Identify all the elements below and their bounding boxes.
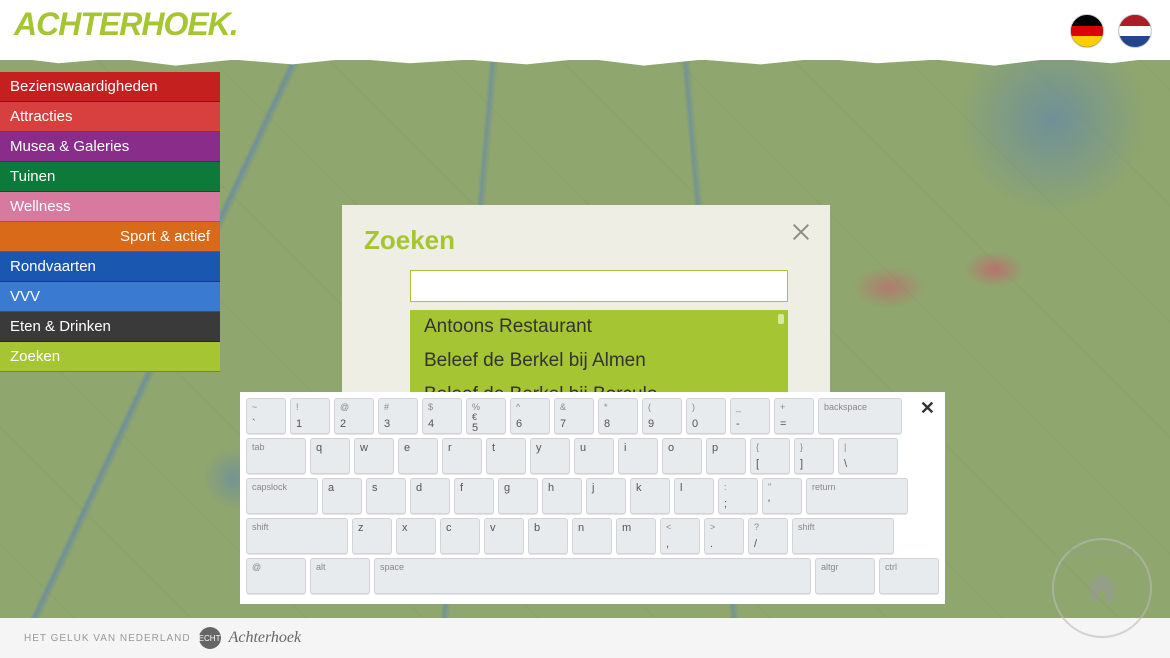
key-return[interactable]: return — [806, 478, 908, 514]
sidebar-item-1[interactable]: Attracties — [0, 102, 220, 132]
sidebar-item-4[interactable]: Wellness — [0, 192, 220, 222]
key-i[interactable]: i — [618, 438, 658, 474]
key-5[interactable]: %€5 — [466, 398, 506, 434]
key-alt[interactable]: alt — [310, 558, 370, 594]
key-1[interactable]: !1 — [290, 398, 330, 434]
footer: HET GELUK VAN NEDERLAND ECHT Achterhoek — [0, 618, 1170, 658]
footer-brand: Achterhoek — [229, 629, 302, 647]
key-altgr[interactable]: altgr — [815, 558, 875, 594]
key-h[interactable]: h — [542, 478, 582, 514]
key-y[interactable]: y — [530, 438, 570, 474]
key-3[interactable]: #3 — [378, 398, 418, 434]
key-[interactable]: {[ — [750, 438, 790, 474]
key-s[interactable]: s — [366, 478, 406, 514]
key-b[interactable]: b — [528, 518, 568, 554]
key-0[interactable]: )0 — [686, 398, 726, 434]
key-[interactable]: }] — [794, 438, 834, 474]
key-[interactable]: _- — [730, 398, 770, 434]
sidebar-item-9[interactable]: Zoeken — [0, 342, 220, 372]
sidebar-item-5[interactable]: Sport & actief — [0, 222, 220, 252]
key-k[interactable]: k — [630, 478, 670, 514]
key-r[interactable]: r — [442, 438, 482, 474]
key-u[interactable]: u — [574, 438, 614, 474]
key-v[interactable]: v — [484, 518, 524, 554]
sidebar: BezienswaardighedenAttractiesMusea & Gal… — [0, 72, 220, 372]
sidebar-item-3[interactable]: Tuinen — [0, 162, 220, 192]
key-ctrl[interactable]: ctrl — [879, 558, 939, 594]
key-f[interactable]: f — [454, 478, 494, 514]
key-o[interactable]: o — [662, 438, 702, 474]
search-title: Zoeken — [364, 225, 808, 256]
key-t[interactable]: t — [486, 438, 526, 474]
footer-tagline: HET GELUK VAN NEDERLAND — [24, 633, 191, 644]
key-shift[interactable]: shift — [792, 518, 894, 554]
header: ACHTERHOEK. — [0, 0, 1170, 60]
search-modal: Zoeken Antoons RestaurantBeleef de Berke… — [342, 205, 830, 420]
key-[interactable]: >. — [704, 518, 744, 554]
key-shift[interactable]: shift — [246, 518, 348, 554]
key-8[interactable]: *8 — [598, 398, 638, 434]
key-c[interactable]: c — [440, 518, 480, 554]
key-6[interactable]: ^6 — [510, 398, 550, 434]
key-[interactable]: @ — [246, 558, 306, 594]
key-e[interactable]: e — [398, 438, 438, 474]
sidebar-item-8[interactable]: Eten & Drinken — [0, 312, 220, 342]
key-q[interactable]: q — [310, 438, 350, 474]
sidebar-item-7[interactable]: VVV — [0, 282, 220, 312]
key-9[interactable]: (9 — [642, 398, 682, 434]
key-2[interactable]: @2 — [334, 398, 374, 434]
search-result-1[interactable]: Beleef de Berkel bij Almen — [410, 344, 788, 378]
key-x[interactable]: x — [396, 518, 436, 554]
lang-de-flag[interactable] — [1070, 14, 1104, 48]
key-z[interactable]: z — [352, 518, 392, 554]
lang-nl-flag[interactable] — [1118, 14, 1152, 48]
key-[interactable]: += — [774, 398, 814, 434]
key-d[interactable]: d — [410, 478, 450, 514]
keyboard-close-icon[interactable]: ✕ — [920, 398, 935, 419]
key-tab[interactable]: tab — [246, 438, 306, 474]
key-n[interactable]: n — [572, 518, 612, 554]
key-[interactable]: ?/ — [748, 518, 788, 554]
footer-badge-icon: ECHT — [199, 627, 221, 649]
close-icon[interactable] — [790, 221, 812, 248]
key-[interactable]: ~` — [246, 398, 286, 434]
home-badge[interactable]: STARTPAGINA — [1052, 538, 1152, 638]
key-p[interactable]: p — [706, 438, 746, 474]
key-[interactable]: <, — [660, 518, 700, 554]
key-j[interactable]: j — [586, 478, 626, 514]
sidebar-item-0[interactable]: Bezienswaardigheden — [0, 72, 220, 102]
key-7[interactable]: &7 — [554, 398, 594, 434]
key-4[interactable]: $4 — [422, 398, 462, 434]
key-m[interactable]: m — [616, 518, 656, 554]
sidebar-item-2[interactable]: Musea & Galeries — [0, 132, 220, 162]
key-a[interactable]: a — [322, 478, 362, 514]
search-result-0[interactable]: Antoons Restaurant — [410, 310, 788, 344]
key-[interactable]: "' — [762, 478, 802, 514]
language-switcher — [1070, 14, 1152, 48]
key-[interactable]: :; — [718, 478, 758, 514]
key-w[interactable]: w — [354, 438, 394, 474]
key-g[interactable]: g — [498, 478, 538, 514]
logo: ACHTERHOEK. — [14, 6, 238, 43]
onscreen-keyboard: ✕ ~`!1@2#3$4%€5^6&7*8(9)0_-+=backspaceta… — [240, 392, 945, 604]
key-capslock[interactable]: capslock — [246, 478, 318, 514]
sidebar-item-6[interactable]: Rondvaarten — [0, 252, 220, 282]
key-backspace[interactable]: backspace — [818, 398, 902, 434]
search-input[interactable] — [410, 270, 788, 302]
key-space[interactable]: space — [374, 558, 811, 594]
key-[interactable]: |\ — [838, 438, 898, 474]
home-icon — [1082, 568, 1122, 608]
key-l[interactable]: l — [674, 478, 714, 514]
